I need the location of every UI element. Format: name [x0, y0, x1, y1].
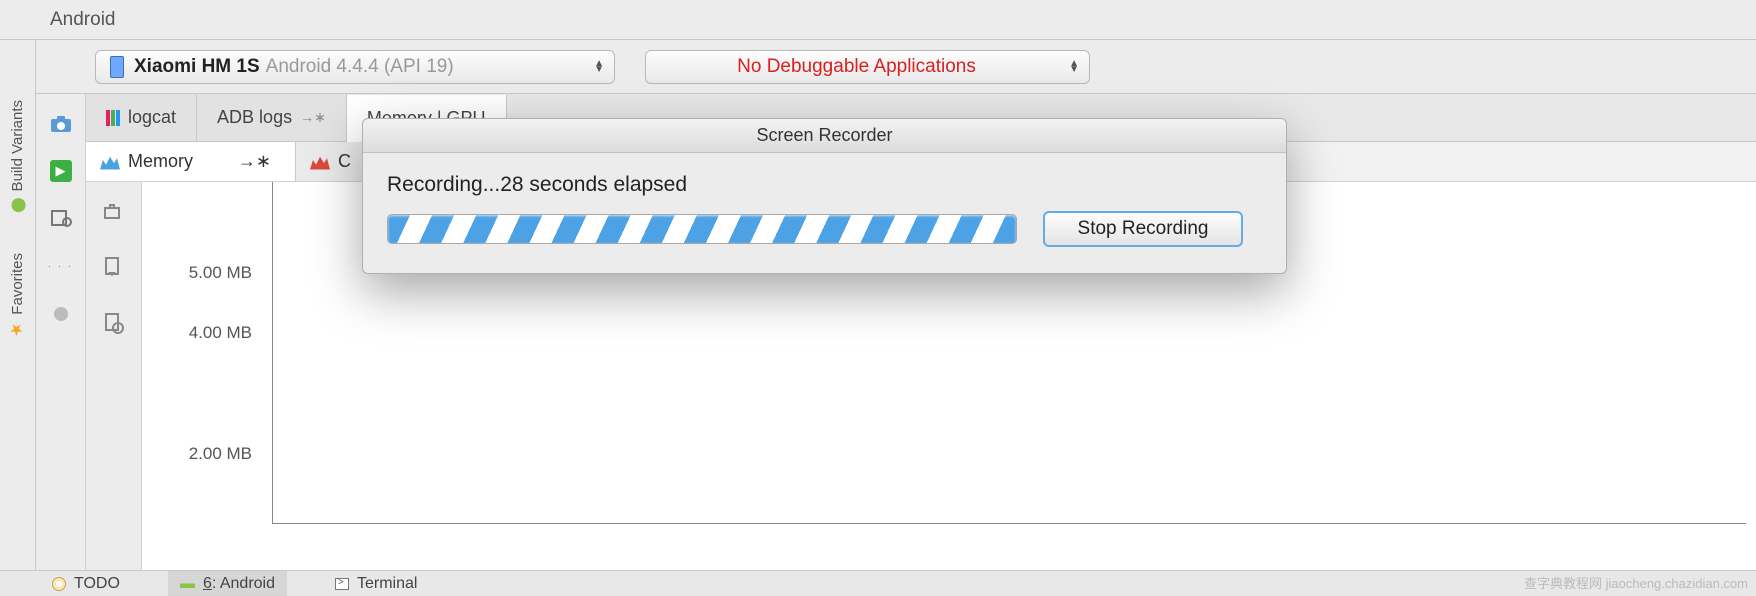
stop-recording-button[interactable]: Stop Recording: [1043, 211, 1243, 247]
bottom-todo-label: TODO: [74, 575, 120, 593]
watermark: 查字典教程网 jiaocheng.chazidian.com: [1524, 573, 1748, 592]
gc-button[interactable]: [102, 202, 126, 228]
screenshot-button[interactable]: [47, 112, 75, 136]
dropdown-arrows-icon: ▲▼: [594, 61, 604, 73]
bottom-android-label: 6: Android: [203, 575, 275, 593]
dropdown-arrows-icon: ▲▼: [1069, 61, 1079, 73]
x-axis: [272, 523, 1746, 524]
bottom-terminal-label: Terminal: [357, 575, 417, 593]
panel-title: Android: [50, 9, 116, 31]
app-selector[interactable]: No Debuggable Applications ▲▼: [645, 50, 1090, 84]
pin-icon: →∗: [300, 109, 326, 126]
allocation-tracking-button[interactable]: [102, 312, 126, 340]
pin-icon: →∗: [238, 151, 271, 172]
y-axis: [272, 182, 273, 524]
subtab-memory-label: Memory: [128, 151, 193, 172]
tab-logcat-label: logcat: [128, 107, 176, 128]
device-os: Android 4.4.4 (API 19): [266, 56, 454, 78]
memory-chart-icon: [100, 154, 120, 170]
y-tick-4: 4.00 MB: [189, 323, 252, 343]
tab-adb-label: ADB logs: [217, 107, 292, 128]
android-icon: ▬: [180, 575, 195, 592]
subtab-memory[interactable]: Memory →∗: [86, 142, 296, 181]
build-variants-tab[interactable]: ⬤ Build Variants: [9, 100, 26, 213]
tab-adb-logs[interactable]: ADB logs →∗: [197, 94, 347, 141]
selector-row: Xiaomi HM 1S Android 4.4.4 (API 19) ▲▼ N…: [0, 40, 1756, 94]
app-selector-label: No Debuggable Applications: [737, 56, 976, 78]
y-tick-5: 5.00 MB: [189, 263, 252, 283]
android-bug-icon: ⬤: [10, 197, 26, 213]
favorites-tab[interactable]: ★ Favorites: [8, 253, 27, 340]
system-info-button[interactable]: [47, 206, 75, 230]
device-name: Xiaomi HM 1S: [134, 56, 260, 78]
bottom-todo[interactable]: TODO: [40, 571, 132, 596]
todo-icon: [52, 577, 66, 591]
chart-tool-column: [86, 182, 142, 570]
screen-record-button[interactable]: ▶: [50, 160, 72, 182]
recording-progress-bar: [387, 214, 1017, 244]
favorites-label: Favorites: [9, 253, 26, 315]
bottom-android[interactable]: ▬ 6: Android: [168, 571, 287, 596]
screen-recorder-dialog: Screen Recorder Recording...28 seconds e…: [362, 118, 1287, 274]
tool-column: ▶ · · ·: [36, 94, 86, 570]
panel-header: Android: [0, 0, 1756, 40]
dialog-title: Screen Recorder: [363, 119, 1286, 153]
bottom-bar: TODO ▬ 6: Android Terminal: [0, 570, 1756, 596]
phone-icon: [110, 56, 124, 78]
subtab-cpu-label: C: [338, 151, 351, 172]
left-rail: ⬤ Build Variants ★ Favorites: [0, 40, 36, 570]
device-selector[interactable]: Xiaomi HM 1S Android 4.4.4 (API 19) ▲▼: [95, 50, 615, 84]
bottom-terminal[interactable]: Terminal: [323, 571, 429, 596]
recording-status: Recording...28 seconds elapsed: [387, 173, 1262, 197]
logcat-icon: [106, 110, 120, 126]
build-variants-label: Build Variants: [9, 100, 26, 191]
terminal-icon: [335, 578, 349, 590]
terminate-button[interactable]: [47, 302, 75, 326]
more-separator: · · ·: [47, 254, 75, 278]
cpu-chart-icon: [310, 154, 330, 170]
star-icon: ★: [8, 321, 27, 340]
dump-heap-button[interactable]: [102, 256, 126, 284]
tab-logcat[interactable]: logcat: [86, 94, 197, 141]
y-tick-2: 2.00 MB: [189, 444, 252, 464]
